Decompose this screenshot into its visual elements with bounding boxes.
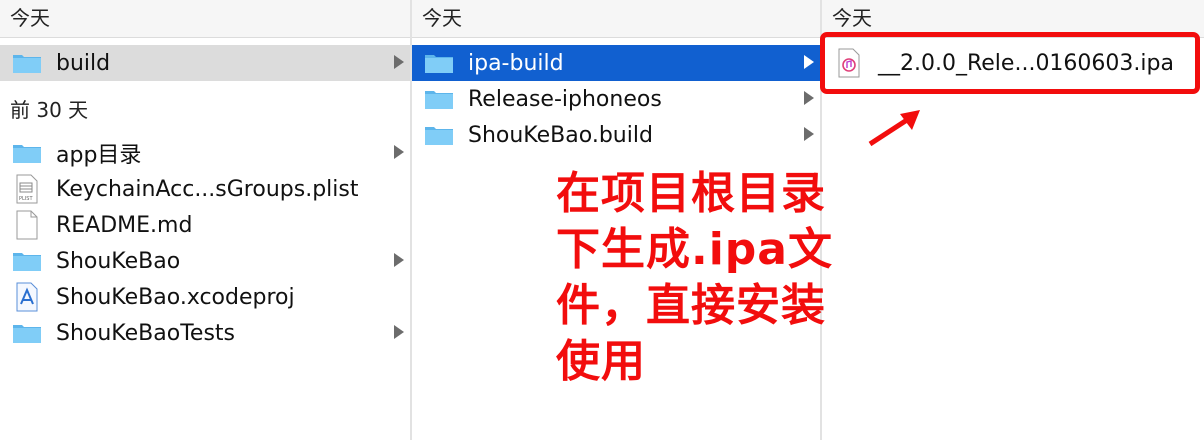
- section-header-today: 今天: [0, 0, 410, 38]
- chevron-right-icon: [394, 253, 404, 267]
- section-header-today: 今天: [412, 0, 820, 38]
- annotation-line: 使用: [556, 336, 646, 387]
- item-label: ipa-build: [468, 50, 564, 76]
- item-label: README.md: [56, 212, 193, 238]
- chevron-right-icon: [804, 55, 814, 69]
- folder-icon: [424, 88, 454, 110]
- item-label: app目录: [56, 143, 142, 168]
- item-label: ShouKeBao.xcodeproj: [56, 284, 295, 310]
- item-label: build: [56, 50, 111, 76]
- chevron-right-icon: [804, 91, 814, 105]
- chevron-right-icon: [394, 325, 404, 339]
- chevron-right-icon: [394, 55, 404, 69]
- item-label: Release-iphoneos: [468, 86, 662, 112]
- list-item-ipa-build[interactable]: ipa-build: [412, 45, 820, 81]
- section-header-30-days: 前 30 天: [0, 90, 410, 130]
- plist-file-icon: PLIST: [12, 174, 42, 204]
- document-icon: [12, 210, 42, 240]
- svg-text:PLIST: PLIST: [19, 196, 33, 202]
- list-item-release-iphoneos[interactable]: Release-iphoneos: [412, 81, 820, 117]
- folder-icon: [424, 52, 454, 74]
- item-label: ShouKeBao.build: [468, 122, 653, 148]
- highlight-box: [820, 32, 1200, 94]
- list-item-shoukebao[interactable]: ShouKeBao: [0, 243, 410, 279]
- annotation-line: 在项目根目录: [556, 168, 826, 219]
- folder-icon: [424, 124, 454, 146]
- annotation-line: 件，直接安装: [556, 280, 826, 331]
- item-label: ShouKeBaoTests: [56, 320, 235, 346]
- chevron-right-icon: [394, 145, 404, 159]
- xcodeproj-icon: [12, 282, 42, 312]
- red-arrow-icon: [868, 110, 920, 147]
- folder-icon: [12, 142, 42, 164]
- finder-column-1: 今天 build 前 30 天 app目录 PLIST KeychainAcc.…: [0, 0, 410, 440]
- chevron-right-icon: [804, 127, 814, 141]
- annotation-line: 下生成.ipa文: [556, 224, 833, 275]
- list-item-plist[interactable]: PLIST KeychainAcc...sGroups.plist: [0, 171, 410, 207]
- folder-icon: [12, 52, 42, 74]
- list-item-readme[interactable]: README.md: [0, 207, 410, 243]
- list-item-xcodeproj[interactable]: ShouKeBao.xcodeproj: [0, 279, 410, 315]
- list-item-tests[interactable]: ShouKeBaoTests: [0, 315, 410, 351]
- item-label: ShouKeBao: [56, 248, 181, 274]
- item-label: KeychainAcc...sGroups.plist: [56, 176, 359, 202]
- list-item-build[interactable]: build: [0, 45, 410, 81]
- list-item-app-dir[interactable]: app目录: [0, 135, 410, 171]
- folder-icon: [12, 322, 42, 344]
- list-item-shoukebao-build[interactable]: ShouKeBao.build: [412, 117, 820, 153]
- folder-icon: [12, 250, 42, 272]
- annotation-text: 在项目根目录 下生成.ipa文 件，直接安装 使用: [556, 166, 856, 390]
